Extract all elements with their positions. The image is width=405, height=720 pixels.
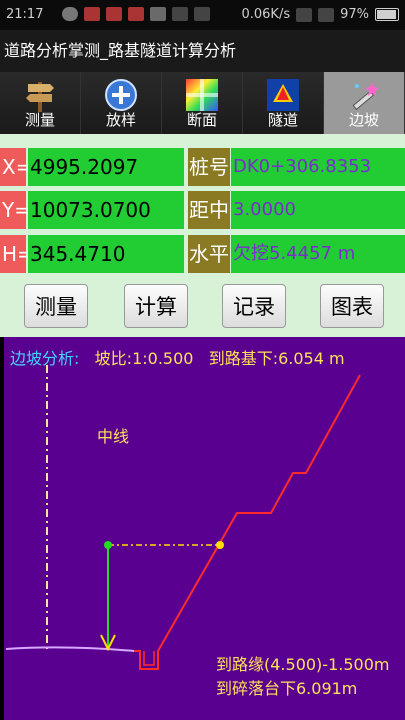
tab-label: 测量 <box>24 111 55 129</box>
station-value[interactable]: DK0+306.8353 <box>231 148 405 186</box>
tab-label: 边坡 <box>348 111 379 129</box>
status-right: 0.06K/s 97% <box>241 7 399 22</box>
row-x: X= 4995.2097 桩号 DK0+306.8353 <box>0 148 405 186</box>
battery-icon <box>375 8 399 21</box>
magic-wand-icon <box>352 82 379 111</box>
message-icon <box>172 7 188 21</box>
action-buttons: 测量 计算 记录 图表 <box>0 284 405 330</box>
slope-header: 边坡分析: 坡比:1:0.500 到路基下:6.054 m <box>10 345 345 369</box>
x-value-field[interactable]: 4995.2097 <box>28 148 184 186</box>
more-notifications-icon <box>194 7 210 21</box>
slope-canvas[interactable]: 边坡分析: 坡比:1:0.500 到路基下:6.054 m 中线 到路缘(4.5… <box>4 337 405 720</box>
target-point <box>216 541 224 549</box>
tab-stakeout[interactable]: 放样 <box>81 72 162 134</box>
record-button[interactable]: 记录 <box>222 284 286 328</box>
app-notification-icon <box>128 7 144 21</box>
wechat-icon <box>150 7 166 21</box>
ditch-inner <box>143 651 155 666</box>
status-bar: 21:17 0.06K/s 97% <box>0 0 405 30</box>
coordinate-panel: X= 4995.2097 桩号 DK0+306.8353 Y= 10073.07… <box>0 134 405 337</box>
to-edge-note: 到路缘(4.500)-1.500m <box>216 655 390 674</box>
tab-bar: 测量 放样 断面 隧道 边坡 <box>0 72 405 134</box>
compute-button[interactable]: 计算 <box>124 284 188 328</box>
x-label: X= <box>0 148 32 186</box>
h-label: H= <box>0 235 34 273</box>
slope-ratio: 坡比:1:0.500 <box>94 349 194 368</box>
notification-icons <box>62 7 210 21</box>
app-notification-icon <box>84 7 100 21</box>
chart-button[interactable]: 图表 <box>320 284 384 328</box>
tab-label: 隧道 <box>267 111 298 129</box>
battery-percent: 97% <box>340 7 369 22</box>
subgrade-profile <box>134 374 361 670</box>
signpost-icon <box>26 82 54 112</box>
tab-label: 放样 <box>105 111 136 129</box>
centerline-label: 中线 <box>97 427 130 446</box>
h-value-field[interactable]: 345.4710 <box>28 235 184 273</box>
tab-label: 断面 <box>186 111 217 129</box>
level-label: 水平 <box>188 235 230 273</box>
y-value-field[interactable]: 10073.0700 <box>28 191 184 229</box>
offset-label: 距中 <box>188 191 230 229</box>
measure-point <box>104 541 112 549</box>
slope-analysis-title: 边坡分析: <box>10 349 80 368</box>
to-subgrade: 到路基下:6.054 m <box>208 349 345 368</box>
app-title: 道路分析掌测_路基隧道计算分析 <box>0 30 405 72</box>
app-notification-icon <box>106 7 122 21</box>
network-speed: 0.06K/s <box>241 7 291 22</box>
tab-section[interactable]: 断面 <box>162 72 243 134</box>
level-value: 欠挖5.4457 m <box>231 235 405 273</box>
measure-button[interactable]: 测量 <box>24 284 88 328</box>
station-label: 桩号 <box>188 148 230 186</box>
y-label: Y= <box>0 191 31 229</box>
alarm-icon <box>296 7 313 22</box>
offset-value[interactable]: 3.0000 <box>231 191 405 229</box>
tab-slope[interactable]: 边坡 <box>324 72 405 134</box>
tunnel-shell-icon <box>267 79 299 111</box>
plus-circle-icon <box>105 79 137 111</box>
tab-tunnel[interactable]: 隧道 <box>243 72 324 134</box>
row-h: H= 345.4710 水平 欠挖5.4457 m <box>0 235 405 273</box>
gradient-grid-icon <box>186 79 218 111</box>
cloud-icon <box>62 7 78 21</box>
ground-line <box>5 646 135 652</box>
status-time: 21:17 <box>6 7 44 22</box>
wifi-icon <box>318 7 335 22</box>
to-platform-note: 到碎落台下6.091m <box>216 679 358 698</box>
tab-measure[interactable]: 测量 <box>0 72 81 134</box>
row-y: Y= 10073.0700 距中 3.0000 <box>0 191 405 229</box>
